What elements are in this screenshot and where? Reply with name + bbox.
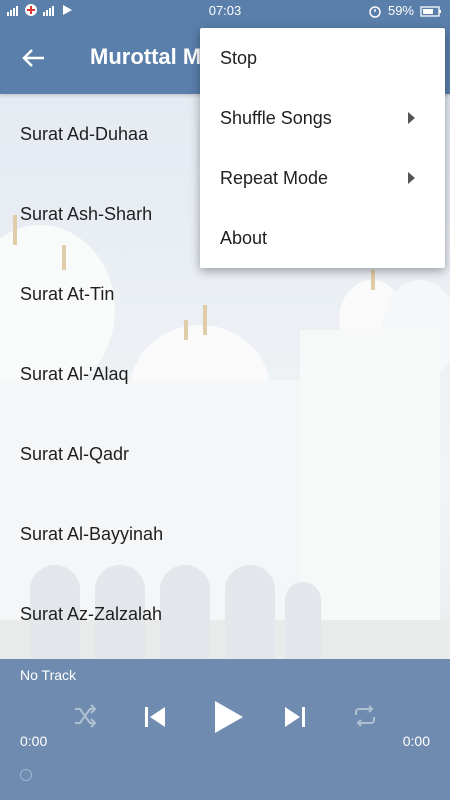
- song-item[interactable]: Surat Az-Zalzalah: [0, 574, 450, 654]
- player-bar: No Track 0:00 0:00: [0, 659, 450, 800]
- previous-icon[interactable]: [141, 703, 169, 736]
- next-icon[interactable]: [281, 703, 309, 736]
- status-bar: 07:03 59%: [0, 0, 450, 22]
- menu-item-stop[interactable]: Stop: [200, 28, 445, 88]
- overflow-menu: Stop Shuffle Songs Repeat Mode About: [200, 28, 445, 268]
- back-arrow-icon[interactable]: [18, 44, 48, 74]
- play-icon[interactable]: [211, 699, 245, 740]
- total-time: 0:00: [402, 733, 430, 749]
- app-title: Murottal M: [90, 44, 202, 69]
- menu-item-label: Stop: [220, 47, 258, 68]
- battery-icon: [420, 4, 442, 18]
- repeat-icon[interactable]: [352, 703, 378, 734]
- menu-item-label: Repeat Mode: [220, 167, 329, 188]
- menu-item-about[interactable]: About: [200, 208, 445, 268]
- menu-item-shuffle[interactable]: Shuffle Songs: [200, 88, 445, 148]
- menu-item-label: About: [220, 227, 268, 248]
- elapsed-time: 0:00: [20, 733, 48, 749]
- battery-percent: 59%: [387, 3, 414, 18]
- shuffle-icon[interactable]: [72, 703, 98, 734]
- menu-item-repeat[interactable]: Repeat Mode: [200, 148, 445, 208]
- seek-handle[interactable]: [20, 769, 32, 781]
- menu-item-label: Shuffle Songs: [220, 107, 332, 128]
- alarm-icon: [368, 4, 382, 18]
- song-item[interactable]: Surat Al-Bayyinah: [0, 494, 450, 574]
- song-item[interactable]: Surat Al-Qadr: [0, 414, 450, 494]
- now-playing-label: No Track: [20, 667, 77, 683]
- submenu-arrow-icon: [408, 172, 415, 184]
- submenu-arrow-icon: [408, 112, 415, 124]
- song-item[interactable]: Surat Al-'Alaq: [0, 334, 450, 414]
